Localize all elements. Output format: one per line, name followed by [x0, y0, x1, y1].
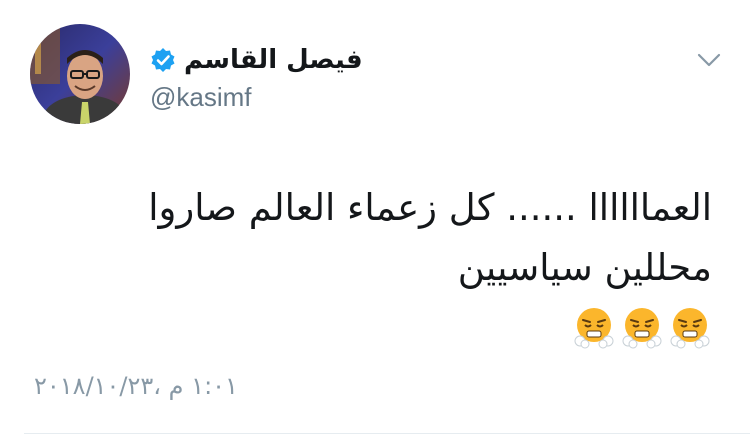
display-name[interactable]: فيصل القاسم	[184, 45, 363, 75]
chevron-down-icon[interactable]	[696, 50, 722, 70]
face-with-steam-icon	[574, 308, 614, 349]
author-name-row[interactable]: فيصل القاسم	[150, 42, 363, 78]
avatar[interactable]	[30, 24, 130, 124]
face-with-steam-icon	[670, 308, 710, 349]
tweet-card: فيصل القاسم @kasimf العماااااا ...... كل…	[0, 0, 750, 434]
tweet-text: العماااااا ...... كل زعماء العالم صاروا …	[148, 186, 712, 289]
tweet-timestamp[interactable]: ١:٠١ م ،٢٠١٨/١٠/٢٣	[34, 372, 238, 400]
face-with-steam-icon	[622, 308, 662, 349]
verified-badge-icon	[151, 48, 175, 72]
emoji-row	[572, 305, 712, 353]
user-handle[interactable]: @kasimf	[150, 82, 252, 113]
